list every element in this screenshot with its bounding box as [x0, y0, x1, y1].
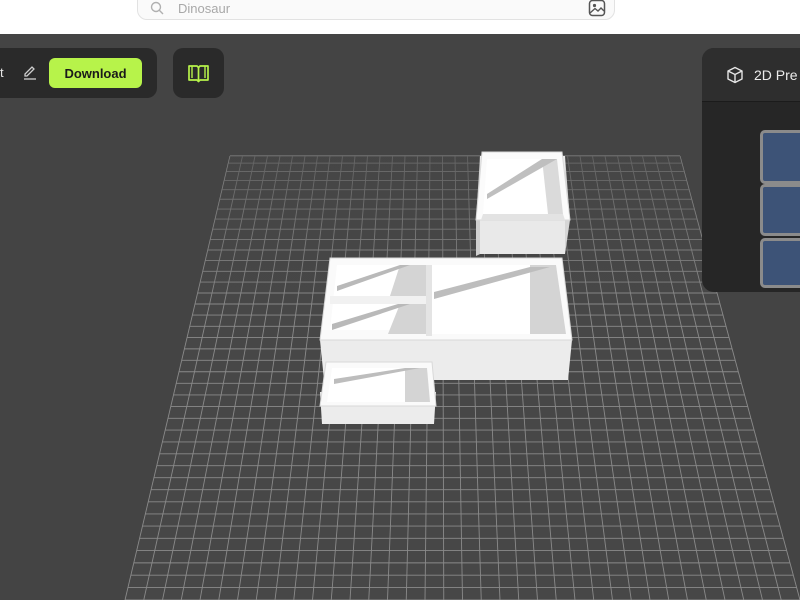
book-icon [188, 65, 209, 83]
preview-panel: 2D Pre [702, 48, 800, 292]
preview-title: 2D Pre [754, 67, 798, 83]
search-placeholder: Dinosaur [178, 1, 231, 16]
top-bar: Dinosaur [0, 0, 800, 34]
preview-tile[interactable] [760, 130, 800, 184]
pencil-icon[interactable] [21, 63, 39, 81]
preview-tile[interactable] [760, 184, 800, 236]
image-search-icon[interactable] [588, 0, 606, 17]
tall-bin-model [475, 151, 571, 256]
preview-tile[interactable] [760, 238, 800, 288]
preview-header[interactable]: 2D Pre [702, 48, 800, 102]
toolbar-truncated-label: t [0, 65, 4, 80]
cube-icon [727, 66, 743, 84]
model-viewport[interactable] [0, 34, 800, 600]
small-bin-model [319, 361, 437, 424]
build-plate-render [124, 151, 800, 600]
library-button[interactable] [173, 48, 224, 98]
model-toolbar: t Download [0, 48, 157, 98]
download-button[interactable]: Download [49, 58, 142, 88]
search-icon [150, 1, 164, 15]
search-input[interactable]: Dinosaur [137, 0, 615, 20]
